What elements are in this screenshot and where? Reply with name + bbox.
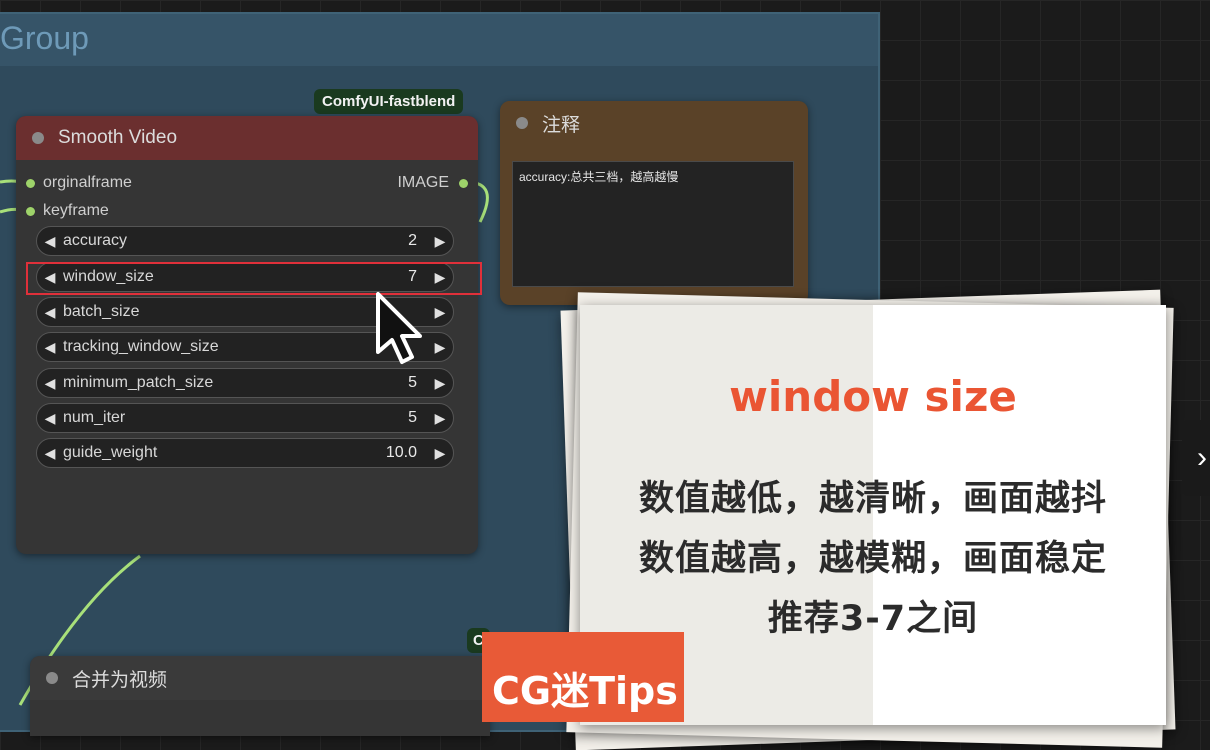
widget-accuracy[interactable]: ◀ accuracy 2 ▶: [36, 226, 454, 256]
node-title-bar[interactable]: 合并为视频: [30, 656, 490, 700]
input-slot-orginalframe[interactable]: orginalframe: [26, 174, 132, 192]
output-pin-icon[interactable]: [459, 178, 468, 188]
triangle-right-icon[interactable]: ▶: [427, 375, 453, 392]
card-line-1: 数值越低，越清晰，画面越抖: [638, 479, 1107, 519]
widget-label: tracking_window_size: [63, 338, 219, 355]
triangle-left-icon[interactable]: ◀: [37, 410, 63, 427]
widget-label: batch_size: [63, 303, 140, 320]
node-title-bar[interactable]: Smooth Video: [16, 116, 478, 160]
brand-watermark: CG迷Tips: [482, 632, 684, 722]
merge-video-node[interactable]: 合并为视频: [30, 656, 490, 736]
widget-label: accuracy: [63, 232, 128, 249]
widget-label: guide_weight: [63, 444, 158, 461]
card-line-2: 数值越高，越模糊，画面稳定: [638, 539, 1107, 579]
triangle-right-icon[interactable]: ▶: [427, 304, 453, 321]
triangle-left-icon[interactable]: ◀: [37, 375, 63, 392]
triangle-right-icon[interactable]: ▶: [427, 339, 453, 356]
info-card-text: window size 数值越低，越清晰，画面越抖 数值越高，越模糊，画面稳定 …: [580, 0, 1166, 710]
collapse-dot-icon[interactable]: [32, 132, 44, 144]
node-title: 合并为视频: [72, 669, 168, 691]
package-badge: ComfyUI-fastblend: [314, 89, 464, 114]
node-title: Smooth Video: [58, 127, 178, 148]
chevron-right-icon[interactable]: ›: [1182, 420, 1210, 496]
slot-label: orginalframe: [43, 174, 132, 191]
triangle-right-icon[interactable]: ▶: [427, 410, 453, 427]
node-title: 注释: [542, 114, 581, 136]
output-slot-image[interactable]: IMAGE: [397, 174, 468, 192]
widget-label: num_iter: [63, 409, 126, 426]
triangle-left-icon[interactable]: ◀: [37, 445, 63, 462]
widget-num-iter[interactable]: ◀ num_iter 5 ▶: [36, 403, 454, 433]
widget-value: 10.0: [385, 444, 417, 461]
input-slot-keyframe[interactable]: keyframe: [26, 202, 109, 220]
slot-label: keyframe: [43, 202, 109, 219]
widget-guide-weight[interactable]: ◀ guide_weight 10.0 ▶: [36, 438, 454, 468]
triangle-right-icon[interactable]: ▶: [427, 445, 453, 462]
widget-value: 5: [408, 409, 417, 426]
input-pin-icon[interactable]: [26, 178, 35, 188]
triangle-right-icon[interactable]: ▶: [427, 233, 453, 250]
triangle-left-icon[interactable]: ◀: [37, 233, 63, 250]
slot-label: IMAGE: [397, 174, 449, 191]
input-pin-icon[interactable]: [26, 206, 35, 216]
triangle-left-icon[interactable]: ◀: [37, 339, 63, 356]
triangle-left-icon[interactable]: ◀: [37, 304, 63, 321]
widget-label: minimum_patch_size: [63, 374, 214, 391]
widget-value: 2: [408, 232, 417, 249]
card-title: window size: [729, 372, 1017, 421]
collapse-dot-icon[interactable]: [46, 672, 58, 684]
mouse-cursor-icon: [376, 292, 422, 364]
widget-minimum-patch-size[interactable]: ◀ minimum_patch_size 5 ▶: [36, 368, 454, 398]
widget-value: 5: [408, 374, 417, 391]
collapse-dot-icon[interactable]: [516, 117, 528, 129]
